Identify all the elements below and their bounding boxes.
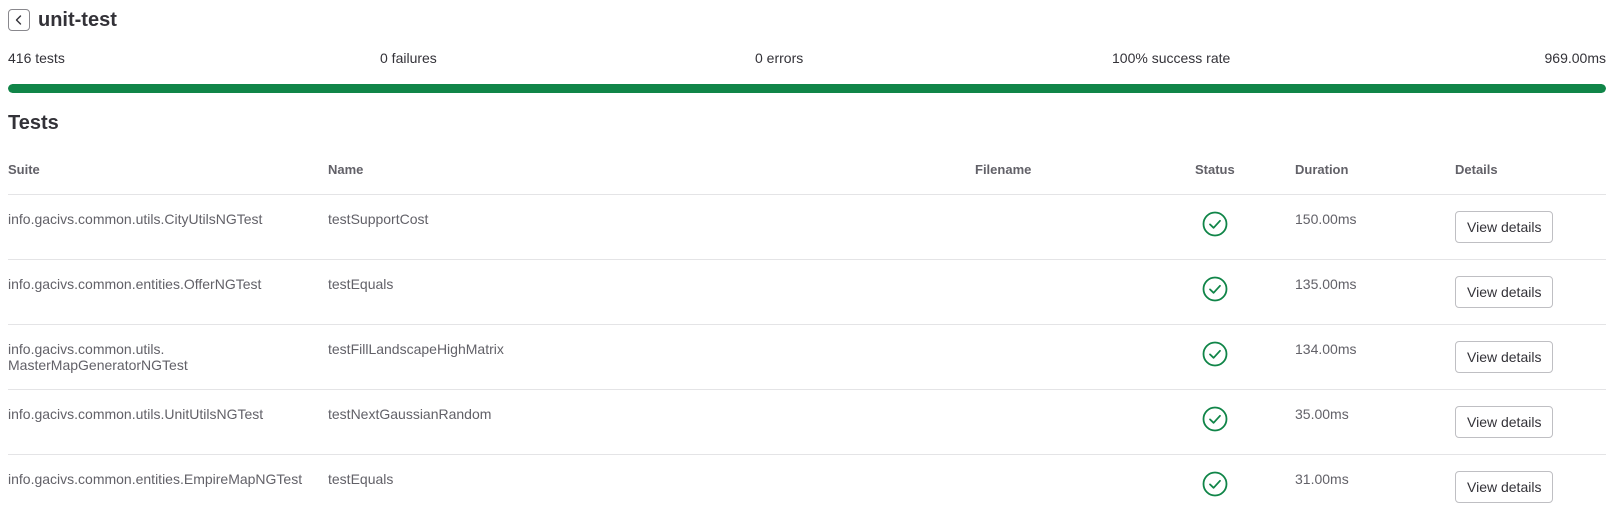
status-cell (1202, 211, 1228, 237)
view-details-button[interactable]: View details (1455, 406, 1554, 438)
column-header-details: Details (1455, 162, 1498, 177)
name-cell: testSupportCost (328, 211, 429, 227)
table-header: Suite Name Filename Status Duration Deta… (8, 150, 1606, 195)
tests-table: Suite Name Filename Status Duration Deta… (8, 150, 1606, 519)
details-cell: View details (1455, 276, 1554, 308)
name-cell: testFillLandscapeHighMatrix (328, 341, 504, 357)
page-title: unit-test (38, 9, 117, 31)
view-details-button[interactable]: View details (1455, 471, 1554, 503)
suite-cell: info.gacivs.common.entities.EmpireMapNGT… (8, 471, 303, 487)
details-cell: View details (1455, 471, 1554, 503)
tests-section-title: Tests (8, 112, 59, 134)
test-summary: 416 tests 0 failures 0 errors 100% succe… (8, 50, 1606, 68)
check-circle-icon (1202, 406, 1228, 432)
table-row: info.gacivs.common.utils.UnitUtilsNGTest… (8, 390, 1606, 455)
duration-cell: 31.00ms (1295, 471, 1349, 487)
suite-cell: info.gacivs.common.utils.CityUtilsNGTest (8, 211, 263, 227)
name-cell: testNextGaussianRandom (328, 406, 492, 422)
table-row: info.gacivs.common.utils.CityUtilsNGTest… (8, 195, 1606, 260)
success-progress-bar (8, 84, 1606, 93)
view-details-button[interactable]: View details (1455, 341, 1554, 373)
column-header-suite: Suite (8, 162, 40, 177)
chevron-left-icon (15, 15, 22, 25)
table-row: info.gacivs.common.entities.OfferNGTest t… (8, 260, 1606, 325)
details-cell: View details (1455, 406, 1554, 438)
duration-cell: 35.00ms (1295, 406, 1349, 422)
table-row: info.gacivs.common.entities.EmpireMapNGT… (8, 455, 1606, 519)
details-cell: View details (1455, 341, 1554, 373)
success-progress-fill (8, 84, 1606, 93)
table-row: info.gacivs.common.utils. MasterMapGener… (8, 325, 1606, 390)
suite-cell: info.gacivs.common.utils.UnitUtilsNGTest (8, 406, 264, 422)
duration-cell: 150.00ms (1295, 211, 1357, 227)
summary-errors: 0 errors (755, 50, 804, 66)
summary-success-rate: 100% success rate (1112, 50, 1231, 66)
check-circle-icon (1202, 211, 1228, 237)
column-header-filename: Filename (975, 162, 1032, 177)
suite-cell: info.gacivs.common.utils. MasterMapGener… (8, 341, 188, 373)
back-button[interactable] (8, 9, 30, 31)
details-cell: View details (1455, 211, 1554, 243)
view-details-button[interactable]: View details (1455, 211, 1554, 243)
column-header-duration: Duration (1295, 162, 1349, 177)
column-header-name: Name (328, 162, 364, 177)
status-cell (1202, 406, 1228, 432)
view-details-button[interactable]: View details (1455, 276, 1554, 308)
name-cell: testEquals (328, 276, 394, 292)
status-cell (1202, 471, 1228, 497)
summary-failures: 0 failures (380, 50, 437, 66)
check-circle-icon (1202, 341, 1228, 367)
name-cell: testEquals (328, 471, 394, 487)
duration-cell: 135.00ms (1295, 276, 1357, 292)
status-cell (1202, 341, 1228, 367)
page-header: unit-test (8, 8, 117, 32)
summary-duration: 969.00ms (1544, 50, 1606, 66)
column-header-status: Status (1195, 162, 1235, 177)
status-cell (1202, 276, 1228, 302)
duration-cell: 134.00ms (1295, 341, 1357, 357)
summary-tests: 416 tests (8, 50, 65, 66)
check-circle-icon (1202, 471, 1228, 497)
suite-cell: info.gacivs.common.entities.OfferNGTest (8, 276, 262, 292)
check-circle-icon (1202, 276, 1228, 302)
